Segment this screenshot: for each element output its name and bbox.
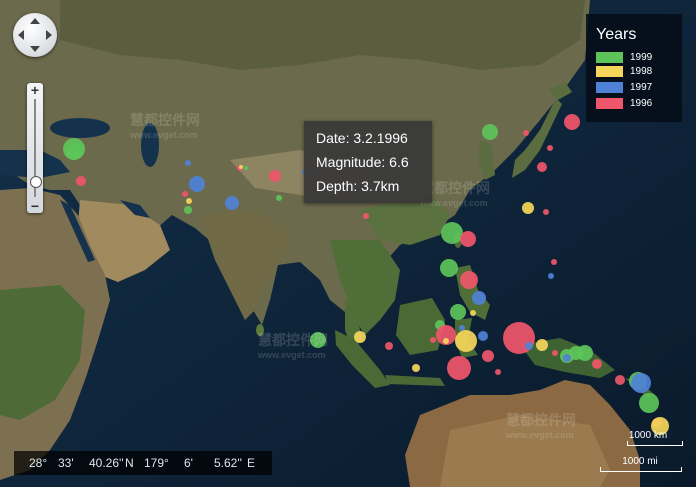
scale-km: 1000 km: [613, 430, 683, 446]
lon-minutes: 6': [184, 456, 193, 470]
earthquake-marker[interactable]: [615, 375, 625, 385]
legend-label: 1998: [630, 66, 653, 77]
earthquake-marker[interactable]: [430, 337, 436, 343]
earthquake-marker[interactable]: [536, 339, 548, 351]
earthquake-marker[interactable]: [244, 166, 248, 170]
legend-item-1999: 1999: [596, 52, 676, 64]
pan-control[interactable]: [13, 13, 57, 57]
legend-label: 1999: [630, 52, 653, 63]
lat-hemisphere: N: [125, 456, 134, 470]
earthquake-marker[interactable]: [470, 310, 476, 316]
earthquake-marker[interactable]: [269, 170, 281, 182]
earthquake-marker[interactable]: [441, 222, 463, 244]
earthquake-marker[interactable]: [460, 271, 478, 289]
legend-item-1998: 1998: [596, 66, 676, 78]
coordinates-readout: 28° 33' 40.26'' N 179° 6' 5.62'' E: [14, 451, 272, 475]
pan-up-icon[interactable]: [30, 18, 40, 24]
earthquake-marker[interactable]: [631, 373, 651, 393]
earthquake-marker[interactable]: [523, 130, 529, 136]
earthquake-marker[interactable]: [239, 165, 243, 169]
earthquake-marker[interactable]: [385, 342, 393, 350]
earthquake-marker[interactable]: [443, 338, 449, 344]
earthquake-marker[interactable]: [552, 350, 558, 356]
lat-degrees: 28°: [29, 456, 48, 470]
lat-minutes: 33': [58, 456, 74, 470]
earthquake-marker[interactable]: [185, 160, 191, 166]
scale-mi: 1000 mi: [600, 456, 682, 472]
earthquake-marker[interactable]: [66, 144, 82, 160]
earthquake-marker[interactable]: [460, 231, 476, 247]
legend-swatch: [596, 66, 623, 77]
legend-item-1996: 1996: [596, 98, 676, 110]
legend-swatch: [596, 98, 623, 109]
earthquake-marker[interactable]: [563, 354, 571, 362]
scale-mi-bar: [600, 467, 682, 472]
earthquake-marker[interactable]: [363, 213, 369, 219]
earthquake-marker[interactable]: [592, 359, 602, 369]
earthquake-marker[interactable]: [525, 342, 533, 350]
earthquake-marker[interactable]: [447, 356, 471, 380]
map-view[interactable]: 慧都控件网 www.evget.com 慧都控件网 www.evget.com 慧都…: [0, 0, 696, 487]
earthquake-marker[interactable]: [551, 259, 557, 265]
zoom-in-button[interactable]: +: [27, 83, 43, 97]
legend-label: 1997: [630, 82, 653, 93]
earthquake-marker[interactable]: [577, 345, 593, 361]
lon-seconds: 5.62'': [214, 456, 242, 470]
lat-seconds: 40.26'': [89, 456, 124, 470]
earthquake-marker[interactable]: [537, 162, 547, 172]
earthquake-marker[interactable]: [354, 331, 366, 343]
earthquake-marker[interactable]: [450, 304, 466, 320]
lon-hemisphere: E: [247, 456, 256, 470]
tooltip-magnitude: Magnitude: 6.6: [316, 154, 409, 170]
watermark: 慧都控件网 www.evget.com: [258, 332, 328, 360]
zoom-control[interactable]: + −: [27, 83, 43, 213]
earthquake-marker[interactable]: [276, 195, 282, 201]
earthquake-marker[interactable]: [547, 145, 553, 151]
earthquake-marker[interactable]: [184, 206, 192, 214]
earthquake-marker[interactable]: [543, 209, 549, 215]
legend-swatch: [596, 52, 623, 63]
watermark: 慧都控件网 www.evget.com: [130, 112, 200, 140]
earthquake-marker[interactable]: [548, 273, 554, 279]
tooltip-depth: Depth: 3.7km: [316, 178, 400, 194]
earthquake-tooltip: Date: 3.2.1996 Magnitude: 6.6 Depth: 3.7…: [304, 121, 432, 203]
zoom-out-button[interactable]: −: [27, 199, 43, 213]
earthquake-marker[interactable]: [472, 291, 486, 305]
legend-title: Years: [596, 26, 637, 43]
earthquake-marker[interactable]: [522, 202, 534, 214]
earthquake-marker[interactable]: [189, 176, 205, 192]
scale-km-label: 1000 km: [628, 430, 668, 441]
earthquake-marker[interactable]: [182, 191, 188, 197]
pan-left-icon[interactable]: [18, 30, 24, 40]
earthquake-marker[interactable]: [186, 198, 192, 204]
earthquake-marker[interactable]: [455, 330, 477, 352]
earthquake-marker[interactable]: [478, 331, 488, 341]
pan-down-icon[interactable]: [30, 46, 40, 52]
pan-right-icon[interactable]: [46, 30, 52, 40]
scale-mi-label: 1000 mi: [622, 456, 658, 467]
earthquake-marker[interactable]: [495, 369, 501, 375]
earthquake-marker[interactable]: [482, 124, 498, 140]
legend-swatch: [596, 82, 623, 93]
earthquake-marker[interactable]: [564, 114, 580, 130]
earthquake-marker[interactable]: [225, 196, 239, 210]
earthquake-marker[interactable]: [482, 350, 494, 362]
earthquake-marker[interactable]: [459, 325, 465, 331]
legend-label: 1996: [630, 98, 653, 109]
earthquake-marker[interactable]: [440, 259, 458, 277]
legend-item-1997: 1997: [596, 82, 676, 94]
lon-degrees: 179°: [144, 456, 169, 470]
scale-km-bar: [627, 441, 683, 446]
earthquake-marker[interactable]: [76, 176, 86, 186]
earthquake-marker[interactable]: [639, 393, 659, 413]
watermark: 慧都控件网 www.evget.com: [506, 412, 576, 440]
tooltip-date: Date: 3.2.1996: [316, 130, 408, 146]
earthquake-marker[interactable]: [412, 364, 420, 372]
zoom-slider-thumb[interactable]: [30, 176, 42, 188]
legend: Years 1999 1998 1997 1996: [586, 14, 682, 122]
